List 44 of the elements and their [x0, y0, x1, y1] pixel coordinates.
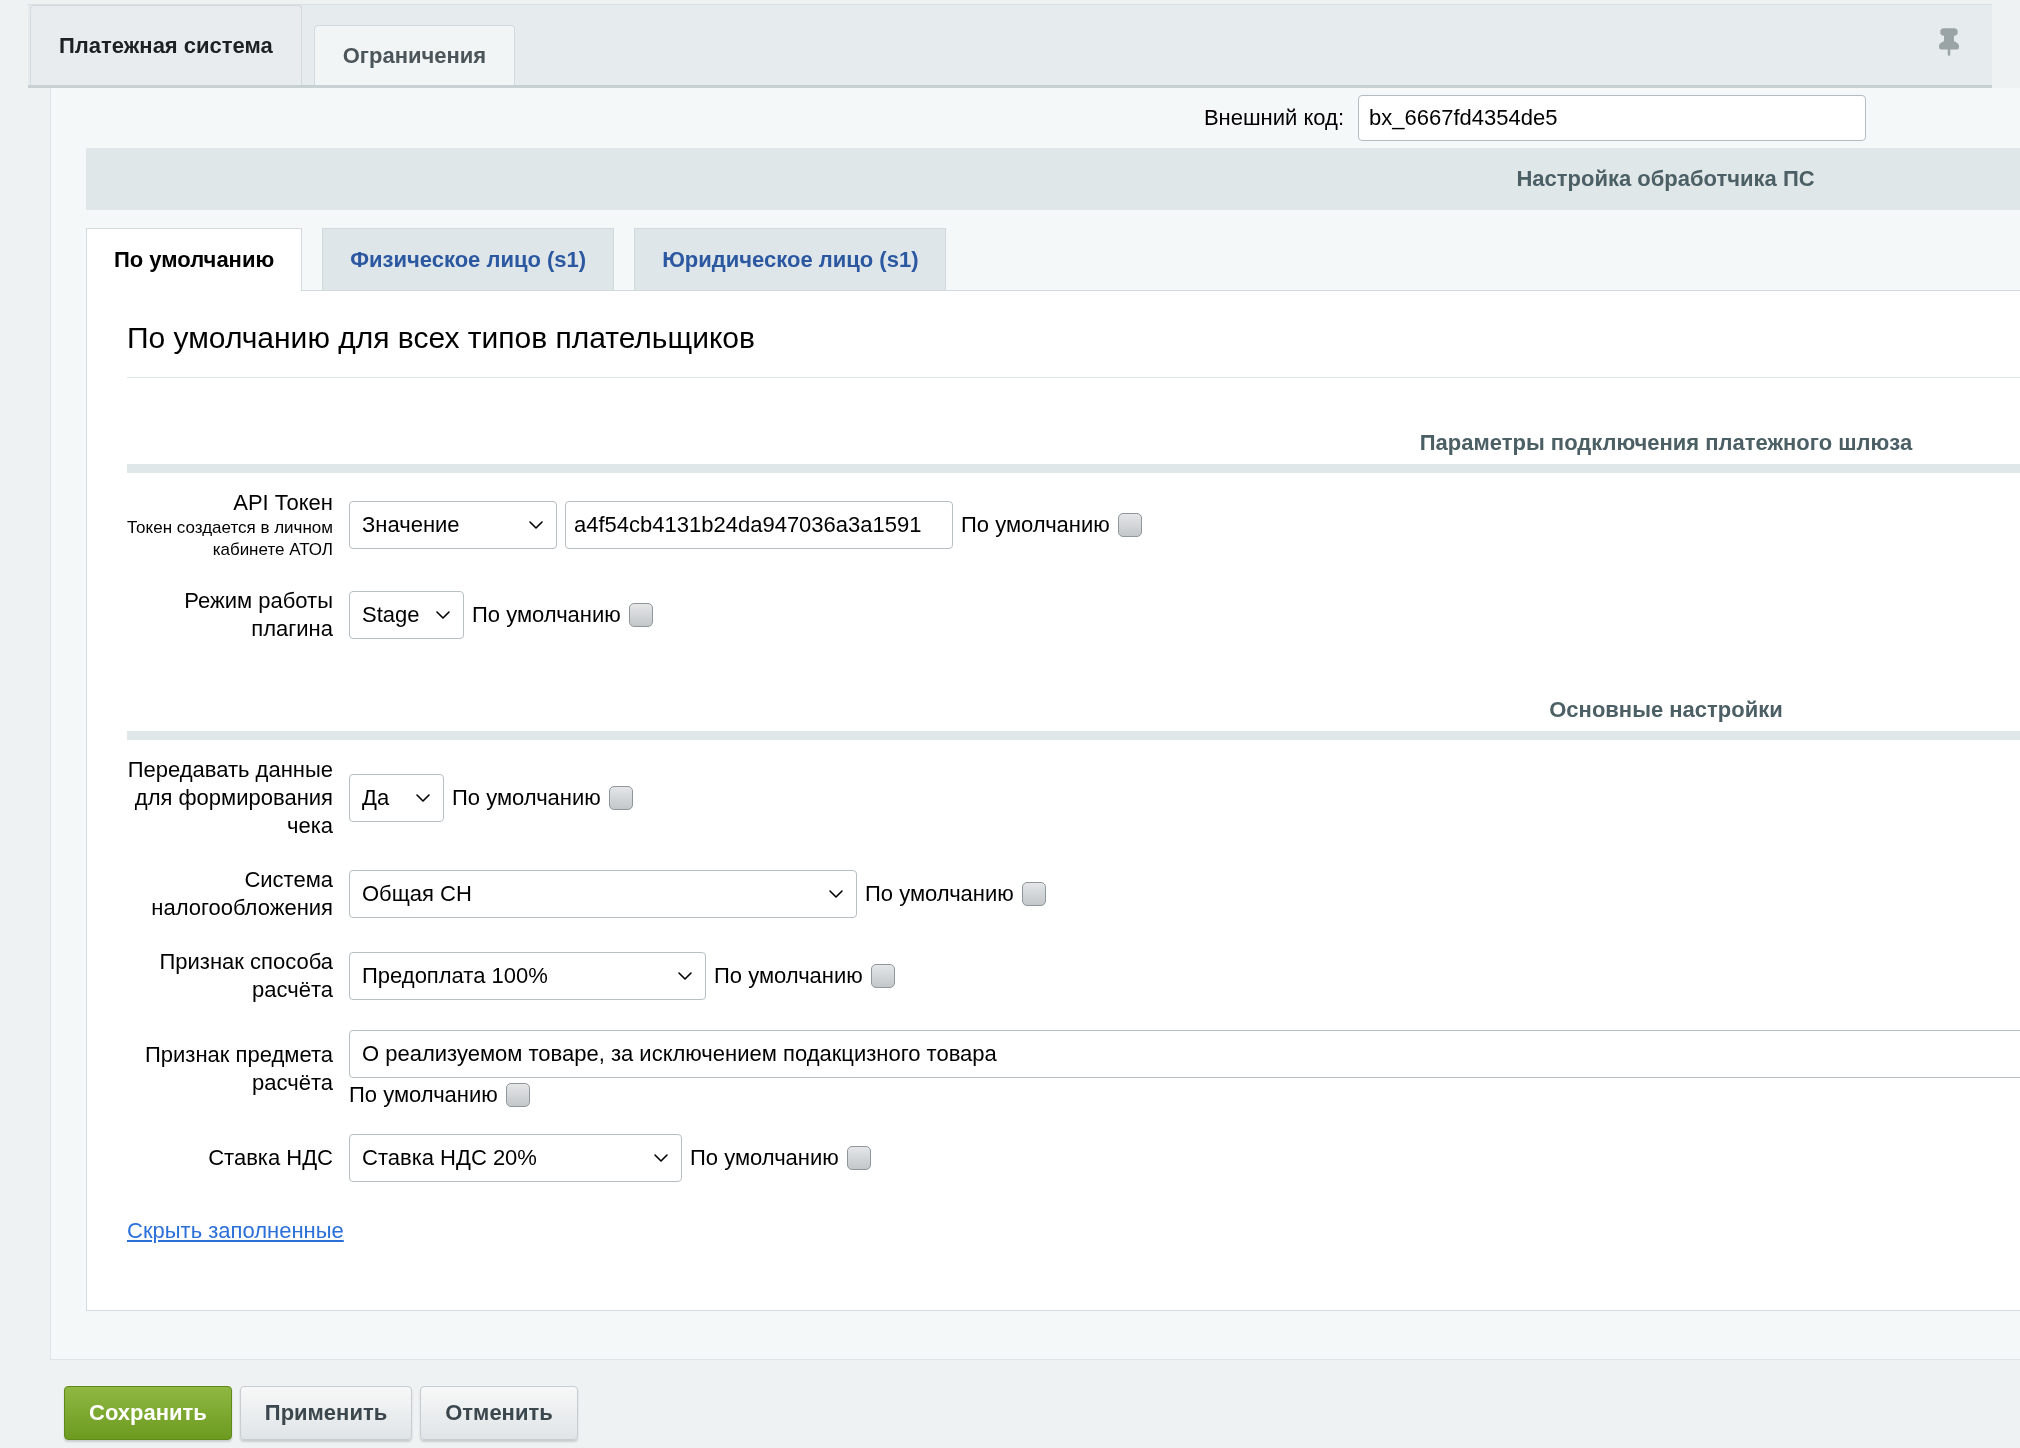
checkbox[interactable]: [628, 603, 653, 627]
action-button[interactable]: Применить: [239, 1386, 413, 1440]
tab[interactable]: Платежная система: [30, 5, 302, 85]
default-label: По умолчанию: [452, 785, 601, 811]
dropdown[interactable]: О реализуемом товаре, за исключением подакцизного товара: [349, 1030, 2020, 1078]
dropdown[interactable]: Stage: [349, 591, 464, 639]
field-label: Передавать данные для формирования чека: [127, 756, 333, 840]
field-label: Признак предмета расчёта: [144, 1041, 333, 1097]
checkbox[interactable]: [1021, 882, 1046, 906]
panel-heading: По умолчанию для всех типов плательщиков: [127, 291, 2020, 378]
section-title: Основные настройки: [1549, 697, 1783, 723]
section-title: Параметры подключения платежного шлюза: [1419, 430, 1913, 456]
field-label: API Токен: [233, 489, 333, 517]
tab[interactable]: Юридическое лицо (s1): [634, 228, 947, 290]
checkbox[interactable]: [608, 786, 633, 810]
default-label: По умолчанию: [961, 512, 1110, 538]
field-label: Внешний код:: [1203, 105, 1344, 131]
dropdown[interactable]: Ставка НДС 20%: [349, 1134, 682, 1182]
checkbox[interactable]: [1117, 513, 1142, 537]
checkbox[interactable]: [505, 1083, 530, 1107]
section-title: Настройка обработчика ПС: [1516, 166, 1815, 192]
dropdown[interactable]: Значение: [349, 501, 557, 549]
hide-filled-link[interactable]: Скрыть заполненные: [127, 1218, 344, 1244]
token-field[interactable]: a4f54cb4131b24da947036a3a1591: [565, 501, 953, 549]
checkbox[interactable]: [870, 964, 895, 988]
external-code-field[interactable]: bx_6667fd4354de5: [1358, 95, 1866, 141]
field-label: Ставка НДС: [207, 1144, 333, 1172]
default-label: По умолчанию: [472, 602, 621, 628]
checkbox[interactable]: [846, 1146, 871, 1170]
dropdown[interactable]: Да: [349, 774, 444, 822]
field-hint: Токен создается в личном кабинете АТОЛ: [127, 517, 333, 561]
tab[interactable]: По умолчанию: [86, 228, 303, 291]
field-label: Режим работы плагина: [183, 587, 333, 643]
dropdown[interactable]: Предоплата 100%: [349, 952, 706, 1000]
default-label: По умолчанию: [349, 1082, 498, 1108]
dropdown[interactable]: Общая СН: [349, 870, 857, 918]
tab[interactable]: Физическое лицо (s1): [322, 228, 615, 290]
action-button[interactable]: Отменить: [420, 1386, 578, 1440]
tab[interactable]: Ограничения: [313, 25, 516, 85]
default-label: По умолчанию: [865, 881, 1014, 907]
default-label: По умолчанию: [690, 1145, 839, 1171]
field-label: Система налогообложения: [150, 866, 333, 922]
default-label: По умолчанию: [714, 963, 863, 989]
field-label: Признак способа расчёта: [158, 948, 333, 1004]
